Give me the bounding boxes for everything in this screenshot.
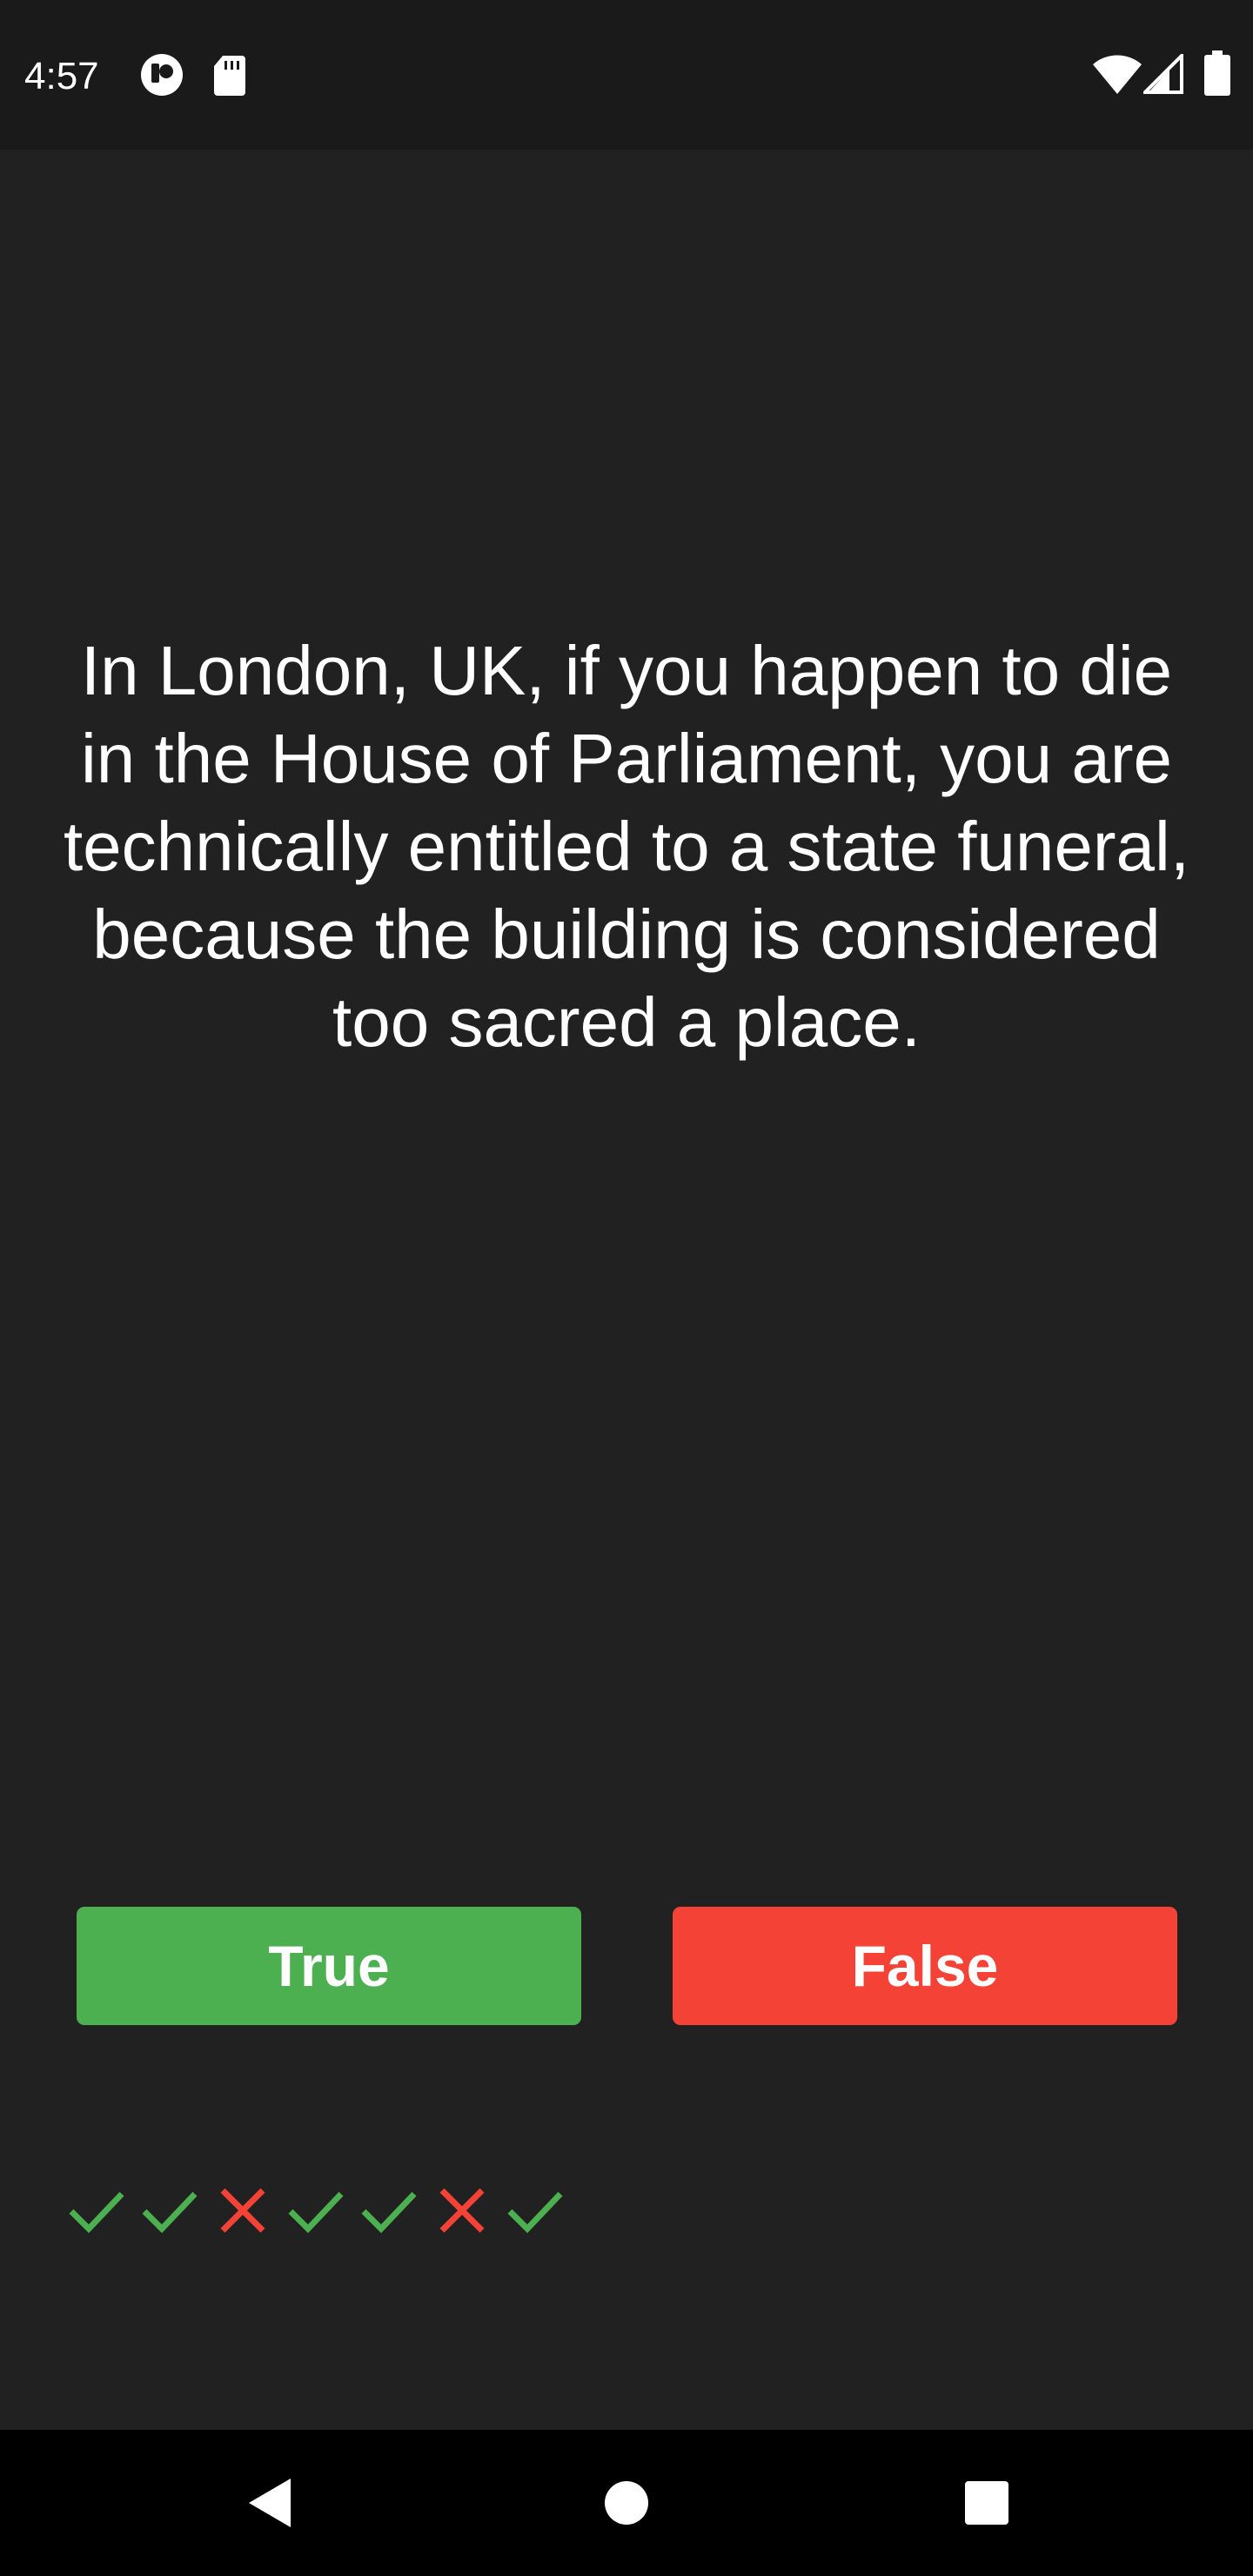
correct-check-icon (68, 2180, 141, 2241)
cellular-signal-icon (1141, 51, 1183, 98)
correct-check-icon (287, 2180, 360, 2241)
back-icon[interactable] (235, 2468, 305, 2538)
recents-icon[interactable] (952, 2468, 1022, 2538)
true-button[interactable]: True (77, 1907, 581, 2025)
answer-history (68, 2180, 580, 2241)
navigation-bar (0, 2430, 1253, 2576)
wrong-cross-icon (214, 2180, 287, 2241)
status-time: 4:57 (24, 55, 99, 97)
question-text: In London, UK, if you happen to die in t… (63, 632, 1190, 1061)
correct-check-icon (141, 2180, 214, 2241)
status-bar: 4:57 (0, 0, 1253, 150)
battery-icon (1204, 50, 1230, 100)
correct-check-icon (506, 2180, 580, 2241)
home-icon[interactable] (592, 2468, 661, 2538)
correct-check-icon (360, 2180, 433, 2241)
wifi-icon (1093, 54, 1142, 98)
app-screen: 4:57 In London, UK, if you happen to die… (0, 0, 1253, 2576)
notification-app-icon (139, 52, 184, 102)
wrong-cross-icon (433, 2180, 506, 2241)
false-button[interactable]: False (673, 1907, 1177, 2025)
sd-card-icon (212, 54, 247, 100)
